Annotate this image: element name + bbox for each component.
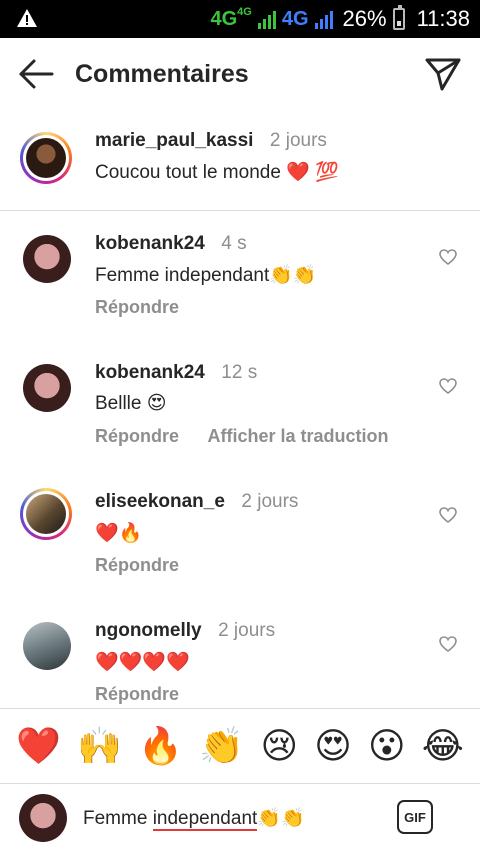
status-indicators: 4G 4G 4G 26% 11:38: [210, 0, 470, 38]
battery-icon: [392, 5, 405, 30]
avatar[interactable]: [20, 488, 72, 540]
comment-input-emoji: 👏👏: [257, 808, 305, 829]
comment-time: 2 jours: [241, 491, 299, 512]
comment-username[interactable]: kobenank24: [95, 233, 205, 254]
caption-username[interactable]: marie_paul_kassi: [95, 130, 253, 151]
status-bar: 4G 4G 4G 26% 11:38: [0, 0, 480, 38]
emoji-surprised-button[interactable]: 😮: [368, 726, 406, 766]
comment-item: eliseekonan_e 2 jours ❤️🔥 Répondre: [0, 469, 480, 597]
comment-time: 2 jours: [218, 620, 276, 641]
paper-plane-icon[interactable]: [424, 56, 462, 92]
emoji-clap-button[interactable]: 👏: [199, 726, 244, 766]
comment-username[interactable]: kobenank24: [95, 362, 205, 383]
page-title: Commentaires: [75, 60, 249, 88]
reply-button[interactable]: Répondre: [95, 297, 179, 317]
avatar[interactable]: [23, 364, 71, 412]
comment-item: kobenank24 4 s Femme independant👏👏 Répon…: [0, 211, 480, 339]
gif-button[interactable]: GIF: [397, 800, 433, 834]
translate-button[interactable]: Afficher la traduction: [207, 426, 388, 446]
comment-username[interactable]: eliseekonan_e: [95, 491, 225, 512]
reply-button[interactable]: Répondre: [95, 555, 179, 575]
emoji-heart-eyes-button[interactable]: 😍: [314, 726, 352, 766]
clock: 11:38: [416, 6, 470, 31]
comment-text: Bellle 😍: [95, 393, 167, 414]
comment-username[interactable]: ngonomelly: [95, 620, 202, 641]
comment-item: ngonomelly 2 jours ❤️❤️❤️❤️ Répondre: [0, 598, 480, 708]
emoji-raised-hands-button[interactable]: 🙌: [77, 726, 122, 766]
network-label-2: 4G: [281, 7, 309, 30]
reply-button[interactable]: Répondre: [95, 684, 179, 704]
avatar[interactable]: [23, 235, 71, 283]
comment-text: ❤️❤️❤️❤️: [95, 652, 190, 673]
comment-text: Femme independant👏👏: [95, 265, 317, 286]
heart-outline-icon[interactable]: [438, 635, 458, 653]
comment-time: 12 s: [221, 362, 258, 383]
comment-text: ❤️🔥: [95, 523, 143, 544]
comment-item: kobenank24 12 s Bellle 😍 Répondre Affich…: [0, 340, 480, 468]
signal-icon-2: [314, 9, 333, 29]
heart-outline-icon[interactable]: [438, 506, 458, 524]
warning-icon: [17, 9, 37, 27]
reply-button[interactable]: Répondre: [95, 426, 179, 446]
battery-percent: 26%: [342, 6, 387, 31]
network-label-1-small: 4G: [237, 6, 252, 18]
spellcheck-word: independant: [152, 808, 258, 831]
arrow-left-icon[interactable]: [18, 58, 54, 90]
comment-input[interactable]: Femme independant👏👏: [83, 806, 305, 831]
caption-text: Coucou tout le monde ❤️ 💯: [95, 162, 339, 183]
emoji-heart-button[interactable]: ❤️: [16, 726, 61, 766]
post-caption: marie_paul_kassi 2 jours Coucou tout le …: [0, 118, 480, 211]
emoji-crying-button[interactable]: 😢: [260, 726, 298, 766]
network-label-1: 4G: [210, 7, 238, 30]
heart-outline-icon[interactable]: [438, 248, 458, 266]
emoji-fire-button[interactable]: 🔥: [138, 726, 183, 766]
signal-icon: [257, 9, 276, 29]
comment-input-text: Femme: [83, 808, 153, 829]
avatar[interactable]: [20, 132, 72, 184]
avatar[interactable]: [23, 622, 71, 670]
comment-time: 4 s: [221, 233, 247, 254]
emoji-quick-bar: ❤️ 🙌 🔥 👏 😢 😍 😮 😂: [0, 708, 480, 784]
emoji-laughing-button[interactable]: 😂: [422, 726, 464, 766]
caption-time: 2 jours: [269, 130, 327, 151]
avatar: [19, 794, 67, 842]
heart-outline-icon[interactable]: [438, 377, 458, 395]
